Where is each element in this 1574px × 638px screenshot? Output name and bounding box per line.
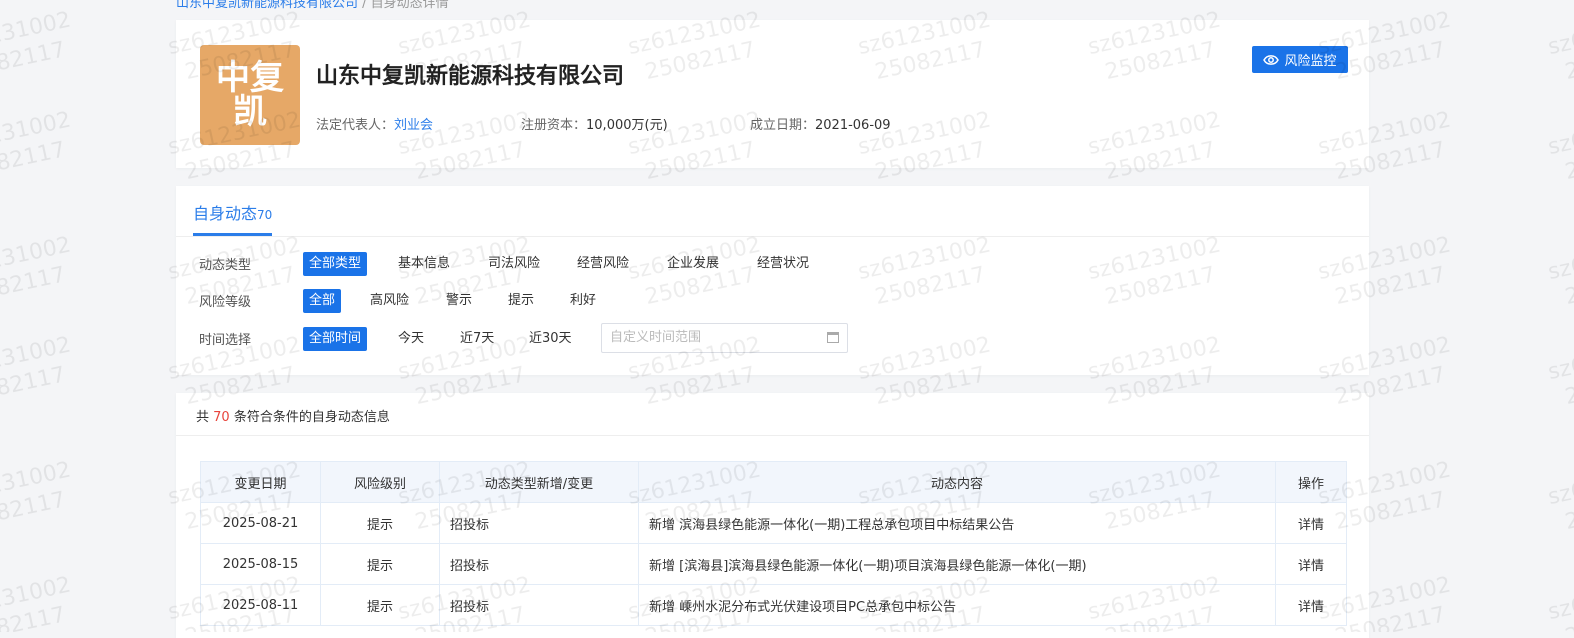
legal-representative: 法定代表人：刘业会 <box>316 114 433 133</box>
breadcrumb: 山东中复凯新能源科技有限公司 / 自身动态详情 <box>176 0 449 11</box>
filter-type-all[interactable]: 全部类型 <box>303 252 368 276</box>
watermark-text: sz6123100225082117 <box>1545 332 1574 411</box>
breadcrumb-current: 自身动态详情 <box>370 0 449 11</box>
header-date: 变更日期 <box>200 461 321 503</box>
tab-label: 自身动态 <box>193 204 258 223</box>
cell-level: 提示 <box>320 502 440 544</box>
watermark-text: sz6123100225082117 <box>0 572 74 632</box>
capital-value: 10,000万(元) <box>586 118 668 133</box>
cell-content: 新增 嵊州水泥分布式光伏建设项目PC总承包中标公告 <box>638 584 1276 626</box>
dynamics-table: 变更日期 风险级别 动态类型新增/变更 动态内容 操作 2025-08-21 提… <box>200 461 1347 626</box>
cell-type: 招投标 <box>439 584 639 626</box>
cell-level: 提示 <box>320 584 440 626</box>
cell-content: 新增 [滨海县]滨海县绿色能源一体化(一期)项目滨海县绿色能源一体化(一期) <box>638 543 1276 585</box>
filter-time-today[interactable]: 今天 <box>392 327 430 351</box>
header-type: 动态类型新增/变更 <box>439 461 639 503</box>
summary-divider <box>176 435 1369 436</box>
legal-rep-label: 法定代表人： <box>316 118 395 133</box>
watermark-text: sz6123100225082117 <box>1545 457 1574 536</box>
cell-date: 2025-08-21 <box>200 502 321 544</box>
cell-content: 新增 滨海县绿色能源一体化(一期)工程总承包项目中标结果公告 <box>638 502 1276 544</box>
filter-level-label: 风险等级 <box>199 295 252 310</box>
capital-label: 注册资本： <box>521 118 587 133</box>
filter-time-all[interactable]: 全部时间 <box>303 327 368 351</box>
risk-monitor-button[interactable]: 风险监控 <box>1252 46 1348 73</box>
logo-text-line2: 凯 <box>233 92 267 132</box>
watermark-text: sz6123100225082117 <box>1545 572 1574 632</box>
watermark-text: sz6123100225082117 <box>0 7 74 86</box>
table-row: 2025-08-15 提示 招投标 新增 [滨海县]滨海县绿色能源一体化(一期)… <box>200 543 1347 585</box>
filter-level-warning[interactable]: 警示 <box>440 289 478 313</box>
watermark-text: sz6123100225082117 <box>0 232 74 311</box>
cell-type: 招投标 <box>439 502 639 544</box>
cell-level: 提示 <box>320 543 440 585</box>
watermark-text: sz6123100225082117 <box>1545 7 1574 86</box>
tab-self-dynamics[interactable]: 自身动态70 <box>193 200 273 236</box>
date-range-input[interactable]: 自定义时间范围 <box>601 323 848 353</box>
filter-type-judicial[interactable]: 司法风险 <box>482 252 546 276</box>
risk-monitor-label: 风险监控 <box>1284 54 1337 69</box>
filter-time-label: 时间选择 <box>199 333 252 348</box>
breadcrumb-separator: / <box>362 0 371 11</box>
result-list-card: 共 70 条符合条件的自身动态信息 变更日期 风险级别 动态类型新增/变更 动态… <box>176 393 1369 638</box>
watermark-text: sz6123100225082117 <box>0 107 74 186</box>
filter-level-all[interactable]: 全部 <box>303 289 342 313</box>
breadcrumb-company-link[interactable]: 山东中复凯新能源科技有限公司 <box>176 0 358 11</box>
filter-type-status[interactable]: 经营状况 <box>751 252 815 276</box>
filter-type-label: 动态类型 <box>199 258 252 273</box>
header-level: 风险级别 <box>320 461 440 503</box>
summary-prefix: 共 <box>196 410 210 425</box>
cell-type: 招投标 <box>439 543 639 585</box>
filter-type-operation-risk[interactable]: 经营风险 <box>571 252 635 276</box>
founded-date: 成立日期：2021-06-09 <box>750 114 891 133</box>
filter-level-hint[interactable]: 提示 <box>502 289 540 313</box>
table-header-row: 变更日期 风险级别 动态类型新增/变更 动态内容 操作 <box>200 461 1347 503</box>
filter-type-development[interactable]: 企业发展 <box>661 252 725 276</box>
filter-level-high[interactable]: 高风险 <box>364 289 415 313</box>
cell-date: 2025-08-15 <box>200 543 321 585</box>
eye-icon <box>1263 54 1280 65</box>
table-row: 2025-08-21 提示 招投标 新增 滨海县绿色能源一体化(一期)工程总承包… <box>200 502 1347 544</box>
watermark-text: sz6123100225082117 <box>1545 232 1574 311</box>
founded-value: 2021-06-09 <box>815 118 891 133</box>
watermark-text: sz6123100225082117 <box>1545 107 1574 186</box>
company-name: 山东中复凯新能源科技有限公司 <box>316 64 625 89</box>
detail-link[interactable]: 详情 <box>1275 543 1347 585</box>
header-action: 操作 <box>1275 461 1347 503</box>
filter-card: 自身动态70 动态类型 全部类型 基本信息 司法风险 经营风险 企业发展 经营状… <box>176 186 1369 375</box>
table-row: 2025-08-11 提示 招投标 新增 嵊州水泥分布式光伏建设项目PC总承包中… <box>200 584 1347 626</box>
company-header-card: 中复 凯 山东中复凯新能源科技有限公司 法定代表人：刘业会 注册资本：10,00… <box>176 20 1369 168</box>
summary-count: 70 <box>213 410 230 425</box>
legal-rep-link[interactable]: 刘业会 <box>394 118 433 133</box>
filter-time-7days[interactable]: 近7天 <box>454 327 500 351</box>
detail-link[interactable]: 详情 <box>1275 502 1347 544</box>
filter-level-positive[interactable]: 利好 <box>564 289 602 313</box>
watermark-text: sz6123100225082117 <box>0 457 74 536</box>
summary-suffix: 条符合条件的自身动态信息 <box>233 410 390 425</box>
watermark-text: sz6123100225082117 <box>0 332 74 411</box>
date-range-placeholder: 自定义时间范围 <box>610 330 702 345</box>
founded-label: 成立日期： <box>750 118 816 133</box>
detail-link[interactable]: 详情 <box>1275 584 1347 626</box>
result-summary: 共 70 条符合条件的自身动态信息 <box>196 406 390 425</box>
header-content: 动态内容 <box>638 461 1276 503</box>
tab-count: 70 <box>257 208 273 222</box>
company-logo: 中复 凯 <box>200 45 300 145</box>
filter-type-basic[interactable]: 基本信息 <box>392 252 456 276</box>
filter-time-30days[interactable]: 近30天 <box>523 327 578 351</box>
cell-date: 2025-08-11 <box>200 584 321 626</box>
logo-text-line1: 中复 <box>216 58 284 98</box>
calendar-icon <box>827 332 839 343</box>
tab-divider <box>176 236 1369 237</box>
registered-capital: 注册资本：10,000万(元) <box>521 114 668 133</box>
